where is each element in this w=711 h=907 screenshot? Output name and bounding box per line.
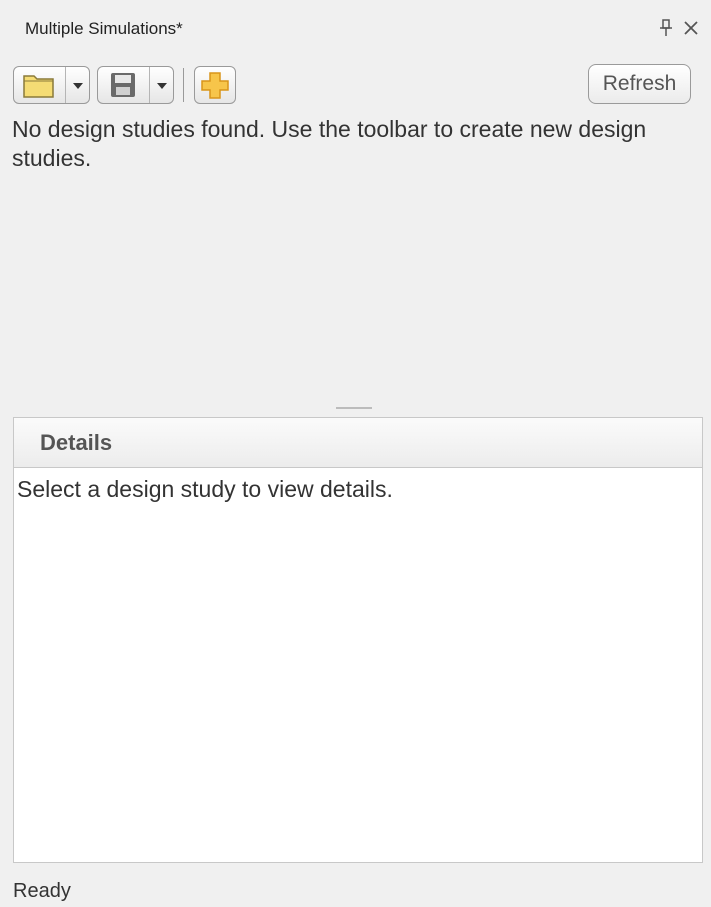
chevron-down-icon (157, 83, 167, 89)
studies-empty-message: No design studies found. Use the toolbar… (12, 116, 647, 171)
toolbar: Refresh (13, 64, 703, 106)
save-button[interactable] (98, 67, 148, 103)
open-button[interactable] (14, 67, 64, 103)
panel-titlebar: Multiple Simulations* (0, 0, 711, 56)
panel-title: Multiple Simulations* (25, 19, 183, 38)
details-title: Details (40, 430, 113, 455)
floppy-save-icon (111, 73, 135, 97)
new-study-button[interactable] (194, 66, 236, 104)
details-empty-message: Select a design study to view details. (17, 476, 393, 502)
open-dropdown-button[interactable] (65, 67, 90, 103)
details-panel: Details Select a design study to view de… (13, 417, 703, 863)
pane-splitter[interactable] (336, 407, 372, 409)
close-icon[interactable] (682, 19, 700, 37)
save-dropdown-button[interactable] (149, 67, 174, 103)
details-header: Details (14, 418, 702, 468)
refresh-button[interactable]: Refresh (588, 64, 691, 104)
open-split-button (13, 66, 90, 104)
chevron-down-icon (73, 83, 83, 89)
save-split-button (97, 66, 174, 104)
plus-icon (201, 72, 229, 99)
status-text: Ready (13, 880, 71, 902)
pin-icon[interactable] (658, 18, 674, 38)
toolbar-separator (183, 68, 184, 102)
folder-open-icon (23, 75, 54, 98)
